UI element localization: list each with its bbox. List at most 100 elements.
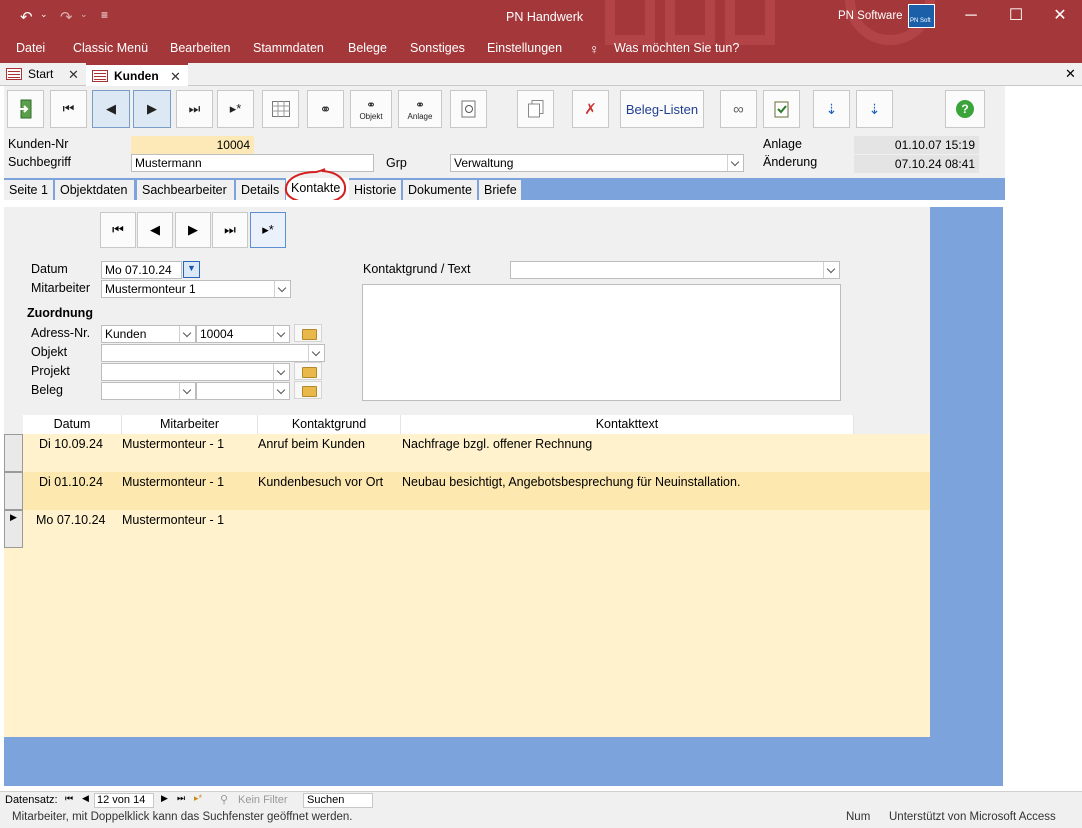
menu-datei[interactable]: Datei — [16, 41, 45, 55]
grid-header-kontaktgrund[interactable]: Kontaktgrund — [258, 415, 401, 434]
search-anlage-button[interactable]: ⚭ Anlage — [398, 90, 442, 128]
new-record-button[interactable]: ▸* — [217, 90, 254, 128]
sub-previous-record-button[interactable]: ◀ — [137, 212, 173, 248]
sub-next-record-button[interactable]: ▶ — [175, 212, 211, 248]
delete-button[interactable]: ✗ — [572, 90, 609, 128]
sort-descending-button[interactable]: ⇣ — [856, 90, 893, 128]
record-selector[interactable] — [4, 472, 23, 510]
record-selector-current[interactable]: ▶ — [4, 510, 23, 548]
chevron-down-icon[interactable] — [179, 326, 195, 342]
customize-qat-icon[interactable]: ≡ — [101, 8, 108, 22]
adress-nr-select[interactable]: 10004 — [196, 325, 290, 343]
close-tab-icon[interactable]: ✕ — [170, 65, 181, 88]
row-mitarbeiter: Mustermonteur - 1 — [122, 513, 225, 527]
chevron-down-icon[interactable]: ⌄ — [40, 9, 48, 20]
menu-classic[interactable]: Classic Menü — [73, 41, 148, 55]
minimize-button[interactable]: ─ — [948, 2, 994, 32]
objekt-select[interactable] — [101, 344, 325, 362]
kunden-nr-field[interactable]: 10004 — [131, 136, 254, 154]
link-button[interactable]: ∞ — [720, 90, 757, 128]
table-row[interactable]: Di 10.09.24 Mustermonteur - 1 Anruf beim… — [4, 434, 930, 472]
tab-sachbearbeiter[interactable]: Sachbearbeiter — [137, 180, 234, 201]
chevron-down-icon[interactable] — [273, 383, 289, 399]
datum-field[interactable]: Mo 07.10.24 — [101, 261, 182, 279]
open-folder-icon[interactable] — [294, 362, 322, 380]
chevron-down-icon[interactable] — [274, 281, 290, 297]
beleg-label: Beleg — [31, 383, 63, 397]
tab-briefe[interactable]: Briefe — [479, 180, 521, 201]
first-record-button[interactable]: ⏮ — [50, 90, 87, 128]
search-input[interactable]: Suchen — [303, 793, 373, 808]
chevron-down-icon[interactable] — [727, 155, 743, 171]
projekt-select[interactable] — [101, 363, 290, 381]
menu-einstellungen[interactable]: Einstellungen — [487, 41, 562, 55]
last-record-icon[interactable]: ⏭ — [177, 793, 185, 804]
table-row[interactable]: Mo 07.10.24 Mustermonteur - 1 — [4, 510, 930, 737]
previous-icon[interactable]: ◀ — [82, 793, 89, 804]
tab-objektdaten[interactable]: Objektdaten — [55, 180, 134, 201]
new-record-icon[interactable]: ▸* — [194, 793, 202, 804]
sub-last-record-button[interactable]: ⏭ — [212, 212, 248, 248]
grid-header-kontakttext[interactable]: Kontakttext — [401, 415, 854, 434]
preview-button[interactable] — [450, 90, 487, 128]
grid-header-datum[interactable]: Datum — [23, 415, 122, 434]
tab-historie[interactable]: Historie — [349, 180, 401, 201]
menu-bearbeiten[interactable]: Bearbeiten — [170, 41, 230, 55]
adress-type-select[interactable]: Kunden — [101, 325, 196, 343]
mitarbeiter-select[interactable]: Mustermonteur 1 — [101, 280, 291, 298]
redo-icon[interactable]: ↷ — [60, 8, 73, 26]
undo-icon[interactable]: ↶ — [20, 8, 33, 26]
chevron-down-icon[interactable]: ⌄ — [80, 9, 88, 20]
tab-start[interactable]: Start ✕ — [0, 63, 85, 86]
help-button[interactable]: ? — [945, 90, 985, 128]
next-icon[interactable]: ▶ — [161, 793, 168, 804]
grid-header-mitarbeiter[interactable]: Mitarbeiter — [122, 415, 258, 434]
search-button[interactable]: ⚭ — [307, 90, 344, 128]
row-mitarbeiter: Mustermonteur - 1 — [122, 437, 225, 451]
record-position-field[interactable]: 12 von 14 — [94, 793, 154, 808]
lightbulb-icon[interactable]: ♀ — [589, 41, 600, 57]
beleg-listen-button[interactable]: Beleg-Listen — [620, 90, 704, 128]
kontakttext-textarea[interactable] — [362, 284, 841, 401]
first-record-icon[interactable]: ⏮ — [65, 793, 73, 804]
date-picker-button[interactable]: ▼ — [183, 261, 200, 278]
menu-stammdaten[interactable]: Stammdaten — [253, 41, 324, 55]
open-folder-icon[interactable] — [294, 324, 322, 342]
tab-details[interactable]: Details — [236, 180, 285, 201]
table-row[interactable]: Di 01.10.24 Mustermonteur - 1 Kundenbesu… — [4, 472, 930, 510]
copy-button[interactable] — [517, 90, 554, 128]
menu-sonstiges[interactable]: Sonstiges — [410, 41, 465, 55]
sub-new-record-button[interactable]: ▸* — [250, 212, 286, 248]
close-button[interactable]: ✕ — [1037, 2, 1082, 32]
exit-button[interactable] — [7, 90, 44, 128]
close-document-icon[interactable]: ✕ — [1065, 66, 1076, 82]
check-button[interactable] — [763, 90, 800, 128]
menu-belege[interactable]: Belege — [348, 41, 387, 55]
beleg-type-select[interactable] — [101, 382, 196, 400]
grp-select[interactable]: Verwaltung — [450, 154, 744, 172]
open-folder-icon[interactable] — [294, 381, 322, 399]
tab-seite-1[interactable]: Seite 1 — [4, 180, 53, 201]
tab-kunden[interactable]: Kunden ✕ — [86, 63, 188, 86]
chevron-down-icon[interactable] — [179, 383, 195, 399]
chevron-down-icon[interactable] — [273, 326, 289, 342]
close-tab-icon[interactable]: ✕ — [68, 63, 79, 86]
chevron-down-icon[interactable] — [308, 345, 324, 361]
new-record-icon: ▸* — [229, 101, 242, 116]
search-objekt-button[interactable]: ⚭ Objekt — [350, 90, 392, 128]
chevron-down-icon[interactable] — [273, 364, 289, 380]
last-record-button[interactable]: ⏭ — [176, 90, 213, 128]
tab-dokumente[interactable]: Dokumente — [403, 180, 477, 201]
kontaktgrund-select[interactable] — [510, 261, 840, 279]
record-selector[interactable] — [4, 434, 23, 472]
maximize-button[interactable]: ☐ — [993, 2, 1039, 32]
filter-status[interactable]: Kein Filter — [238, 794, 288, 806]
table-view-button[interactable] — [262, 90, 299, 128]
previous-record-button[interactable]: ◀ — [92, 90, 130, 128]
chevron-down-icon[interactable] — [823, 262, 839, 278]
next-record-button[interactable]: ▶ — [133, 90, 171, 128]
beleg-nr-select[interactable] — [196, 382, 290, 400]
tell-me-input[interactable]: Was möchten Sie tun? — [614, 41, 739, 55]
sort-ascending-button[interactable]: ⇣ — [813, 90, 850, 128]
sub-first-record-button[interactable]: ⏮ — [100, 212, 136, 248]
